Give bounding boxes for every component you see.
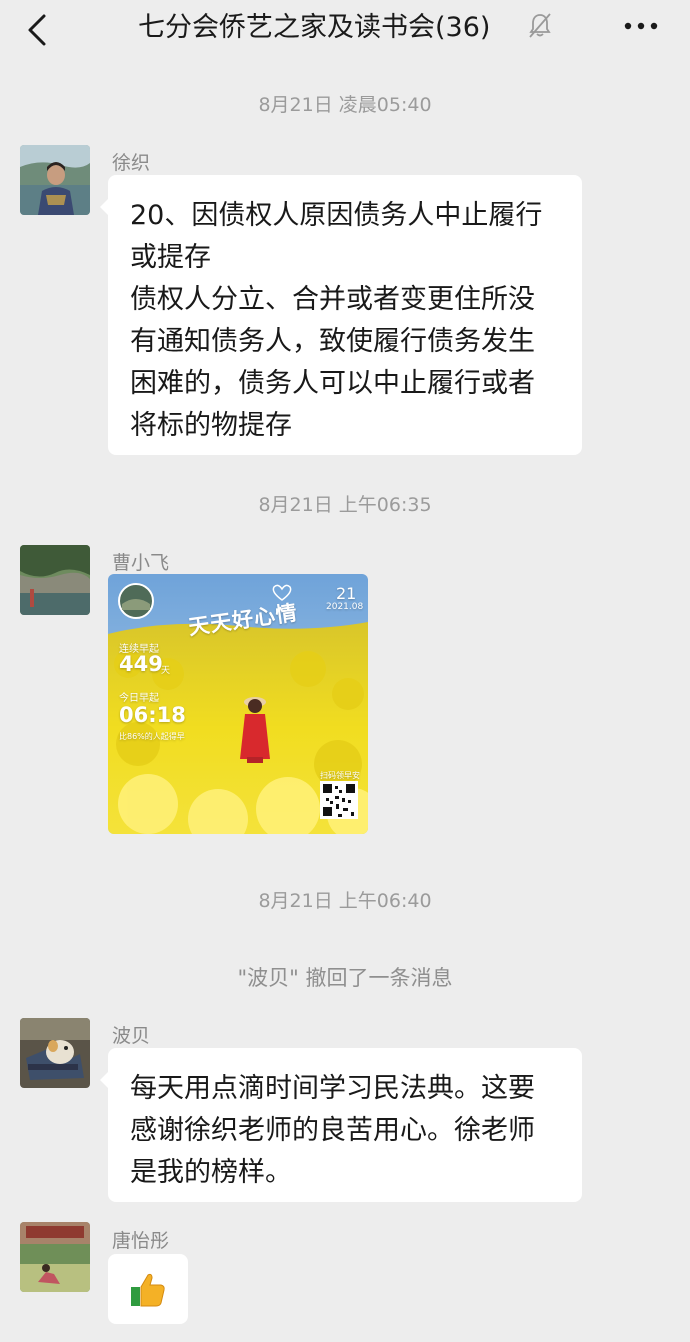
avatar[interactable] xyxy=(20,145,90,215)
rank-text: 比86%的人起得早 xyxy=(119,732,185,741)
more-button[interactable] xyxy=(622,16,662,36)
message-line: 感谢徐织老师的良苦用心。徐老师 xyxy=(130,1115,535,1146)
avatar[interactable] xyxy=(20,1222,90,1292)
today-time: 06:18 xyxy=(119,703,186,727)
chat-header: 七分会侨艺之家及读书会(36) xyxy=(0,0,690,62)
message-line: 债权人分立、合并或者变更住所没 xyxy=(130,284,535,315)
recall-notice: "波贝" 撤回了一条消息 xyxy=(237,966,453,990)
avatar[interactable] xyxy=(20,1018,90,1088)
qr-label: 扫码领早安 xyxy=(320,771,360,780)
timestamp: 8月21日 上午06:40 xyxy=(258,890,432,912)
message-line: 将标的物提存 xyxy=(130,410,292,441)
back-button[interactable] xyxy=(22,12,52,48)
bell-muted-icon xyxy=(529,13,551,38)
streak-unit: 天 xyxy=(161,666,171,676)
message-line: 或提存 xyxy=(130,242,211,273)
message-line: 20、因债权人原因债务人中止履行 xyxy=(130,200,543,231)
emoji-bubble[interactable] xyxy=(108,1254,188,1324)
message-line: 每天用点滴时间学习民法典。这要 xyxy=(130,1073,535,1104)
sender-name: 徐织 xyxy=(112,152,151,174)
message-line: 有通知债务人，致使履行债务发生 xyxy=(130,326,535,357)
sender-name: 曹小飞 xyxy=(112,552,170,574)
sender-name: 唐怡彤 xyxy=(112,1230,170,1252)
message-line: 困难的，债务人可以中止履行或者 xyxy=(130,368,535,399)
streak-value: 449 xyxy=(119,652,163,676)
thumbs-up-icon xyxy=(131,1273,165,1307)
ellipsis-icon xyxy=(624,22,658,30)
card-month: 2021.08 xyxy=(326,602,364,612)
timestamp: 8月21日 上午06:35 xyxy=(258,494,432,516)
message-line: 是我的榜样。 xyxy=(130,1157,292,1188)
image-message[interactable]: 天天好心情 21 2021.08 连续早起 449 天 今日早起 06:18 比… xyxy=(108,574,368,834)
chat-title: 七分会侨艺之家及读书会(36) xyxy=(138,12,491,43)
timestamp: 8月21日 凌晨05:40 xyxy=(258,94,432,116)
card-day: 21 xyxy=(336,584,357,603)
today-label: 今日早起 xyxy=(119,693,159,704)
chevron-left-icon xyxy=(28,14,46,46)
message-bubble[interactable]: 20、因债权人原因债务人中止履行 或提存 债权人分立、合并或者变更住所没 有通知… xyxy=(100,175,582,455)
sender-name: 波贝 xyxy=(112,1025,151,1047)
message-bubble[interactable]: 每天用点滴时间学习民法典。这要 感谢徐织老师的良苦用心。徐老师 是我的榜样。 xyxy=(100,1048,582,1202)
avatar[interactable] xyxy=(20,545,90,615)
